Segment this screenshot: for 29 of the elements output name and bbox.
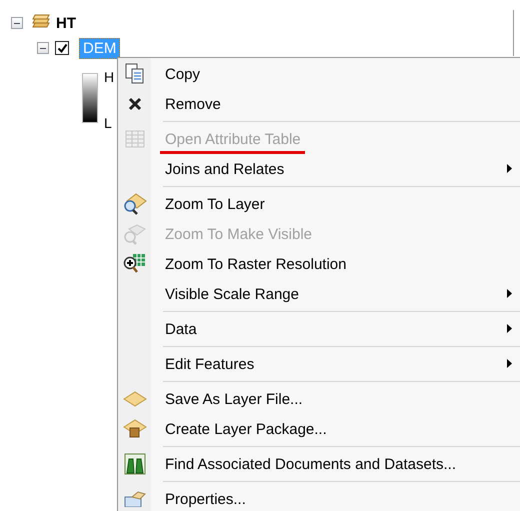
properties-icon — [124, 491, 146, 507]
menu-item[interactable]: Data — [165, 320, 197, 338]
collapse-icon[interactable] — [37, 42, 49, 54]
menu-item[interactable]: Edit Features — [165, 356, 254, 372]
package-icon — [122, 419, 146, 439]
collapse-icon[interactable] — [11, 17, 23, 29]
menu-item[interactable]: Visible Scale Range — [165, 286, 299, 302]
binoculars-icon — [124, 453, 146, 475]
menu-item[interactable]: Joins and Relates — [165, 160, 284, 178]
menu-item[interactable]: Find Associated Documents and Datasets... — [165, 456, 456, 472]
copy-icon — [124, 63, 144, 85]
legend-label: H — [104, 69, 114, 85]
menu-item[interactable]: Save As Layer File... — [165, 390, 303, 408]
menu-item[interactable]: Zoom To Layer — [165, 196, 265, 212]
zoom-visible-icon — [122, 223, 146, 245]
table-icon — [124, 130, 144, 148]
legend-label: L — [104, 115, 113, 131]
color-ramp — [82, 73, 98, 123]
menu-item[interactable]: Create Layer Package... — [165, 420, 327, 438]
layer-checkbox[interactable] — [55, 41, 69, 55]
zoom-layer-icon — [122, 193, 146, 215]
diamond-icon — [122, 391, 146, 407]
menu-item[interactable]: Remove — [165, 96, 221, 112]
menu-item[interactable]: Properties... — [165, 490, 246, 508]
menu-item[interactable]: Zoom To Raster Resolution — [165, 256, 346, 272]
group-label[interactable]: HT — [56, 14, 76, 32]
zoom-raster-icon — [122, 253, 146, 275]
menu-item[interactable]: Copy — [165, 66, 200, 82]
close-icon — [128, 97, 142, 111]
